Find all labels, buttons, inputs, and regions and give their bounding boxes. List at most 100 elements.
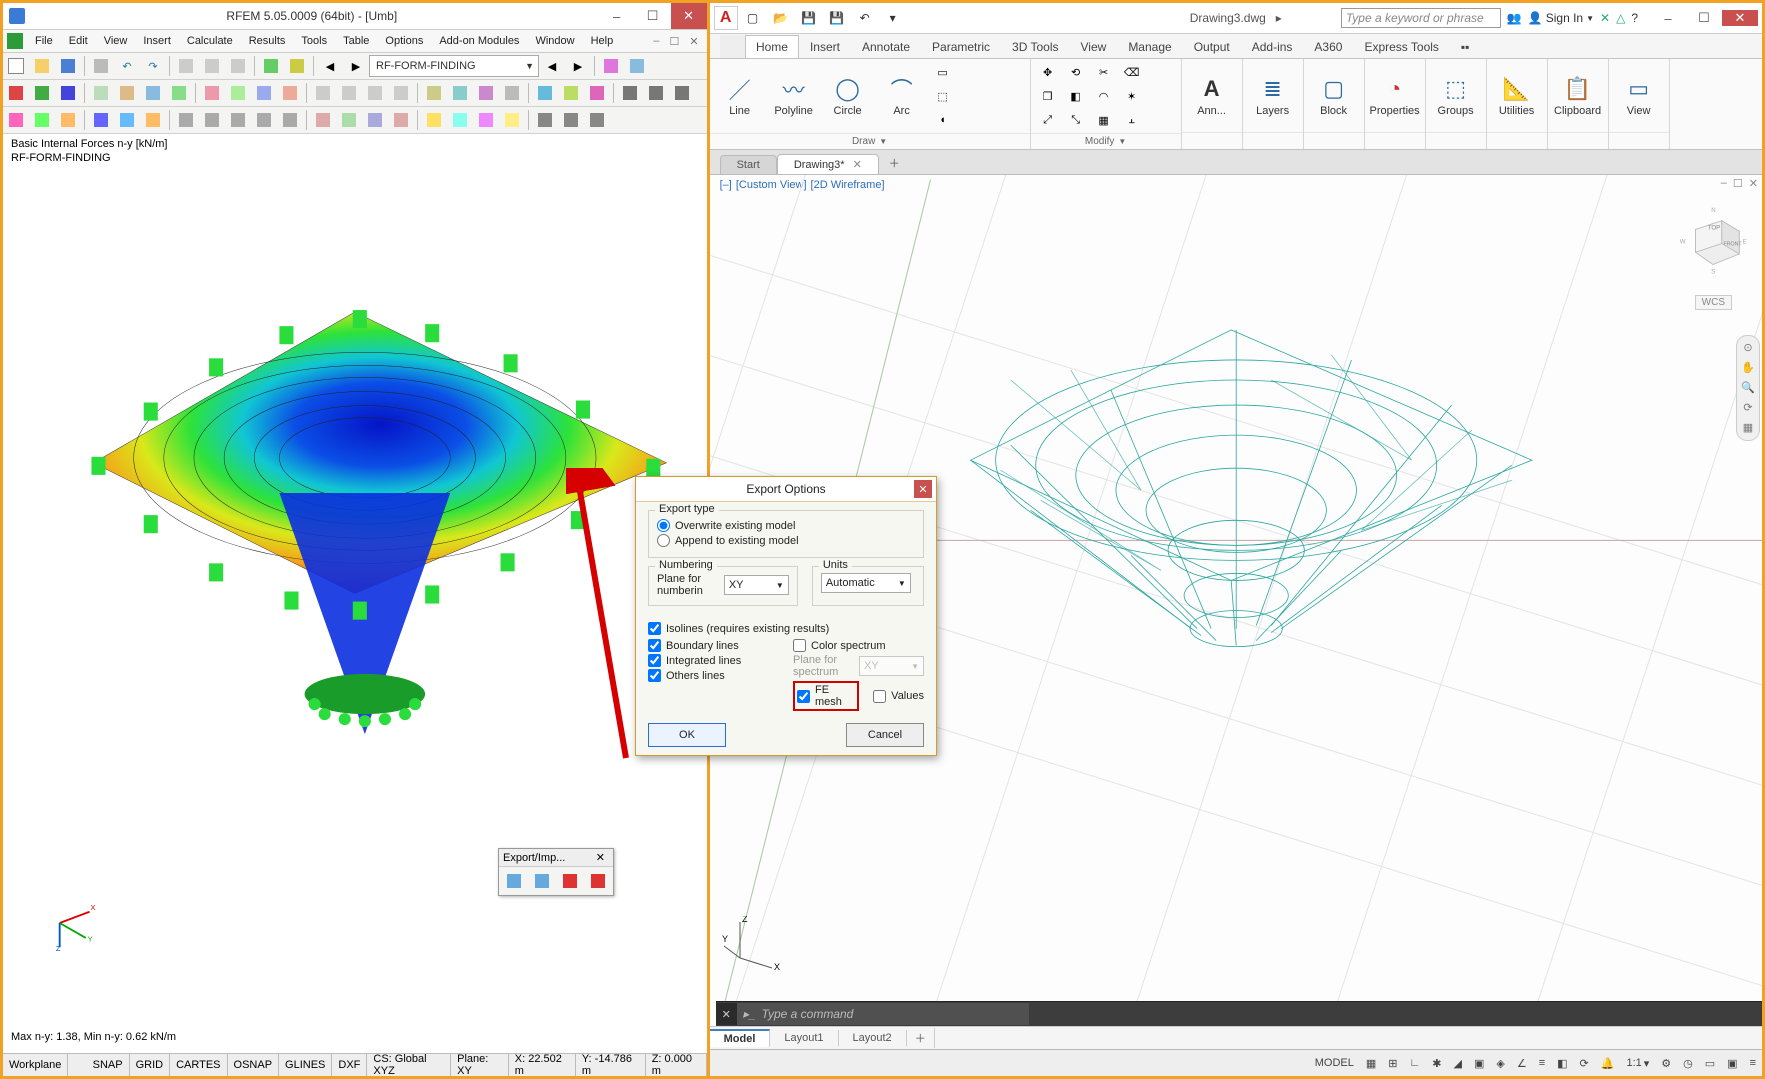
mdi-restore[interactable]: ☐ bbox=[670, 35, 680, 48]
status-polar-icon[interactable]: ✱ bbox=[1426, 1050, 1447, 1076]
circle-button[interactable]: ◯Circle bbox=[824, 62, 872, 130]
ribbon-tab-output[interactable]: Output bbox=[1183, 35, 1241, 58]
maximize-button[interactable]: ☐ bbox=[635, 3, 671, 29]
offset-icon[interactable]: ⫠ bbox=[1121, 109, 1143, 131]
qat-new-icon[interactable]: ▢ bbox=[741, 6, 765, 30]
menu-table[interactable]: Table bbox=[335, 33, 377, 49]
layout-1[interactable]: Layout1 bbox=[770, 1030, 838, 1046]
units-select[interactable]: Automatic▼ bbox=[821, 573, 911, 593]
status-lwt-icon[interactable]: ≡ bbox=[1533, 1050, 1551, 1076]
ribbon-tab-a360[interactable]: A360 bbox=[1303, 35, 1353, 58]
fillet-icon[interactable]: ◠ bbox=[1093, 85, 1115, 107]
rectangle-icon[interactable]: ▭ bbox=[932, 61, 954, 83]
ribbon-tab-view[interactable]: View bbox=[1070, 35, 1118, 58]
chk-color-spectrum[interactable]: Color spectrum bbox=[793, 639, 924, 652]
export-btn-1[interactable] bbox=[502, 869, 526, 893]
menu-help[interactable]: Help bbox=[583, 33, 622, 49]
properties-button[interactable]: ◔Properties bbox=[1371, 62, 1419, 130]
qat-more-icon[interactable]: ▾ bbox=[881, 6, 905, 30]
status-osnap-icon[interactable]: ▣ bbox=[1468, 1050, 1490, 1076]
copy-icon[interactable]: ❐ bbox=[1037, 85, 1059, 107]
tb-prev-icon[interactable]: ◀ bbox=[318, 54, 342, 78]
tab-drawing3[interactable]: Drawing3*✕ bbox=[777, 154, 879, 174]
status-transparency-icon[interactable]: ◧ bbox=[1551, 1050, 1573, 1076]
stretch-icon[interactable]: ⤢ bbox=[1037, 109, 1059, 131]
tb-save-icon[interactable] bbox=[56, 54, 80, 78]
ribbon-tab-manage[interactable]: Manage bbox=[1117, 35, 1182, 58]
fullnav-icon[interactable]: ⊙ bbox=[1740, 340, 1756, 356]
trim-icon[interactable]: ✂ bbox=[1093, 61, 1115, 83]
status-cycling-icon[interactable]: ⟳ bbox=[1574, 1050, 1595, 1076]
status-monitor-icon[interactable]: ▭ bbox=[1699, 1050, 1721, 1076]
qat-save-icon[interactable]: 💾 bbox=[797, 6, 821, 30]
viewcube[interactable]: TOP FRONT N E W S bbox=[1678, 205, 1748, 275]
rfem-titlebar[interactable]: RFEM 5.05.0009 (64bit) - [Umb] – ☐ ✕ bbox=[3, 3, 707, 30]
array-icon[interactable]: ▦ bbox=[1093, 109, 1115, 131]
status-grid[interactable]: GRID bbox=[130, 1054, 171, 1076]
layout-model[interactable]: Model bbox=[710, 1029, 771, 1047]
ribbon-tab-annotate[interactable]: Annotate bbox=[851, 35, 921, 58]
acad-close-button[interactable]: ✕ bbox=[1722, 10, 1758, 26]
status-glines[interactable]: GLINES bbox=[279, 1054, 332, 1076]
wcs-label[interactable]: WCS bbox=[1695, 295, 1732, 310]
polyline-button[interactable]: 〰Polyline bbox=[770, 62, 818, 130]
ribbon-tab-extra[interactable]: ▪▪ bbox=[1450, 35, 1481, 58]
scale-icon[interactable]: ⤡ bbox=[1065, 109, 1087, 131]
signin-button[interactable]: 👤Sign In▼ bbox=[1528, 11, 1594, 25]
status-snap-icon[interactable]: ⊞ bbox=[1382, 1050, 1403, 1076]
acad-titlebar[interactable]: A ▢ 📂 💾 💾 ↶ ▾ Drawing3.dwg ▸ Type a keyw… bbox=[710, 3, 1762, 34]
status-gear-icon[interactable]: ⚙ bbox=[1655, 1050, 1677, 1076]
menu-calculate[interactable]: Calculate bbox=[179, 33, 241, 49]
erase-icon[interactable]: ⌫ bbox=[1121, 61, 1143, 83]
results-dropdown[interactable]: RF-FORM-FINDING▼ bbox=[369, 55, 539, 77]
menu-edit[interactable]: Edit bbox=[61, 33, 96, 49]
qat-open-icon[interactable]: 📂 bbox=[769, 6, 793, 30]
navigation-bar[interactable]: ⊙ ✋ 🔍 ⟳ ▦ bbox=[1736, 335, 1760, 441]
status-osnap[interactable]: OSNAP bbox=[228, 1054, 280, 1076]
vp-close-icon[interactable]: ✕ bbox=[1749, 177, 1758, 190]
status-annoscale-icon[interactable]: 🔔 bbox=[1595, 1050, 1621, 1076]
tb-new-icon[interactable] bbox=[4, 54, 28, 78]
mdi-minimize[interactable]: – bbox=[653, 35, 659, 48]
status-custom-icon[interactable]: ≡ bbox=[1744, 1050, 1762, 1076]
help-search-input[interactable]: Type a keyword or phrase bbox=[1341, 8, 1501, 28]
menu-options[interactable]: Options bbox=[377, 33, 431, 49]
layout-add-button[interactable]: ＋ bbox=[907, 1028, 935, 1048]
menu-results[interactable]: Results bbox=[241, 33, 294, 49]
mdi-close[interactable]: ✕ bbox=[689, 35, 698, 48]
minimize-button[interactable]: – bbox=[599, 3, 635, 29]
chk-boundary[interactable]: Boundary lines bbox=[648, 639, 779, 652]
status-model-button[interactable]: MODEL bbox=[1309, 1050, 1360, 1076]
tb-next-icon[interactable]: ▶ bbox=[344, 54, 368, 78]
command-line[interactable]: ✕ ▸_Type a command bbox=[716, 1001, 1762, 1026]
tb-open-icon[interactable] bbox=[30, 54, 54, 78]
plane-numbering-select[interactable]: XY▼ bbox=[724, 575, 789, 595]
annotation-button[interactable]: AAnn... bbox=[1188, 62, 1236, 130]
mirror-icon[interactable]: ◧ bbox=[1065, 85, 1087, 107]
menu-tools[interactable]: Tools bbox=[293, 33, 335, 49]
app-menu-tab[interactable] bbox=[720, 35, 745, 58]
export-btn-3[interactable] bbox=[558, 869, 582, 893]
layout-2[interactable]: Layout2 bbox=[839, 1030, 907, 1046]
acad-minimize-button[interactable]: – bbox=[1650, 10, 1686, 26]
ribbon-tab-addins[interactable]: Add-ins bbox=[1241, 35, 1304, 58]
export-btn-2[interactable] bbox=[530, 869, 554, 893]
ok-button[interactable]: OK bbox=[648, 723, 726, 747]
ribbon-tab-express[interactable]: Express Tools bbox=[1353, 35, 1449, 58]
menu-window[interactable]: Window bbox=[527, 33, 582, 49]
status-dxf[interactable]: DXF bbox=[332, 1054, 367, 1076]
qat-undo-icon[interactable]: ↶ bbox=[853, 6, 877, 30]
arc-button[interactable]: ⌒Arc bbox=[878, 62, 926, 130]
explode-icon[interactable]: ✶ bbox=[1121, 85, 1143, 107]
ribbon-tab-parametric[interactable]: Parametric bbox=[921, 35, 1001, 58]
autocad-logo-icon[interactable]: A bbox=[714, 6, 738, 30]
vp-max-icon[interactable]: ☐ bbox=[1733, 177, 1743, 190]
tb-undo-icon[interactable]: ↶ bbox=[115, 54, 139, 78]
status-ws-icon[interactable]: ◷ bbox=[1677, 1050, 1699, 1076]
orbit-icon[interactable]: ⟳ bbox=[1740, 400, 1756, 416]
tb-redo-icon[interactable]: ↷ bbox=[141, 54, 165, 78]
status-scale-button[interactable]: 1:1 ▾ bbox=[1620, 1050, 1655, 1076]
vp-min-icon[interactable]: – bbox=[1721, 177, 1727, 190]
status-otrack-icon[interactable]: ∠ bbox=[1511, 1050, 1533, 1076]
chk-femesh[interactable]: FE mesh bbox=[797, 684, 855, 708]
